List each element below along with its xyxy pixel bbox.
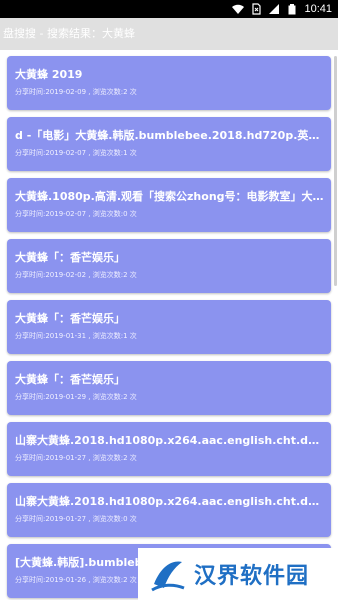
- result-card[interactable]: 山寨大黄蜂.2018.hd1080p.x264.aac.english.cht.…: [7, 422, 331, 476]
- status-time: 10:41: [304, 3, 332, 15]
- watermark: 汉界软件园: [138, 548, 338, 600]
- results-list[interactable]: 大黄蜂 2019 分享时间:2019-02-09 , 浏览次数:2 次 d -「…: [0, 50, 338, 600]
- battery-icon: [288, 4, 296, 15]
- result-card[interactable]: d -「电影」大黄蜂.韩版.bumblebee.2018.hd720p.英语中字…: [7, 117, 331, 171]
- result-meta: 分享时间:2019-02-02 , 浏览次数:2 次: [15, 271, 137, 279]
- cell-signal-icon: [269, 4, 280, 14]
- page-title: 盘搜搜 - 搜索结果：大黄蜂: [3, 27, 135, 40]
- watermark-logo-icon: [151, 561, 185, 592]
- result-title: 大黄蜂「：香芒娱乐」: [15, 251, 125, 264]
- result-card[interactable]: 大黄蜂「：香芒娱乐」 分享时间:2019-01-31 , 浏览次数:1 次: [7, 300, 331, 354]
- result-meta: 分享时间:2019-01-27 , 浏览次数:0 次: [15, 515, 137, 523]
- result-title: d -「电影」大黄蜂.韩版.bumblebee.2018.hd720p.英语中字…: [15, 129, 325, 142]
- result-meta: 分享时间:2019-02-07 , 浏览次数:1 次: [15, 149, 137, 157]
- status-bar: 10:41: [0, 0, 338, 18]
- result-title: 山寨大黄蜂.2018.hd1080p.x264.aac.english.cht.…: [15, 434, 325, 447]
- result-meta: 分享时间:2019-02-09 , 浏览次数:2 次: [15, 88, 137, 96]
- result-title: 山寨大黄蜂.2018.hd1080p.x264.aac.english.cht.…: [15, 495, 325, 508]
- no-sim-icon: [252, 3, 262, 15]
- result-meta: 分享时间:2019-01-29 , 浏览次数:2 次: [15, 393, 137, 401]
- scrollbar[interactable]: [334, 56, 337, 286]
- watermark-text: 汉界软件园: [194, 564, 310, 589]
- result-title: 大黄蜂「：香芒娱乐」: [15, 312, 125, 325]
- result-card[interactable]: 大黄蜂「：香芒娱乐」 分享时间:2019-02-02 , 浏览次数:2 次: [7, 239, 331, 293]
- result-card[interactable]: 大黄蜂 2019 分享时间:2019-02-09 , 浏览次数:2 次: [7, 56, 331, 110]
- result-title: 大黄蜂 2019: [15, 68, 83, 81]
- result-meta: 分享时间:2019-01-27 , 浏览次数:2 次: [15, 454, 137, 462]
- result-card[interactable]: 大黄蜂.1080p.高清.观看「搜索公zhong号：电影教室」大黄蜂.mp4 分…: [7, 178, 331, 232]
- result-card[interactable]: 山寨大黄蜂.2018.hd1080p.x264.aac.english.cht.…: [7, 483, 331, 537]
- result-meta: 分享时间:2019-02-07 , 浏览次数:0 次: [15, 210, 137, 218]
- result-title: 大黄蜂.1080p.高清.观看「搜索公zhong号：电影教室」大黄蜂.mp4: [15, 190, 325, 203]
- wifi-icon: [232, 4, 245, 14]
- result-meta: 分享时间:2019-01-26 , 浏览次数:2 次: [15, 576, 137, 584]
- result-card[interactable]: 大黄蜂「：香芒娱乐」 分享时间:2019-01-29 , 浏览次数:2 次: [7, 361, 331, 415]
- result-meta: 分享时间:2019-01-31 , 浏览次数:1 次: [15, 332, 137, 340]
- result-title: 大黄蜂「：香芒娱乐」: [15, 373, 125, 386]
- app-bar: 盘搜搜 - 搜索结果：大黄蜂: [0, 18, 338, 50]
